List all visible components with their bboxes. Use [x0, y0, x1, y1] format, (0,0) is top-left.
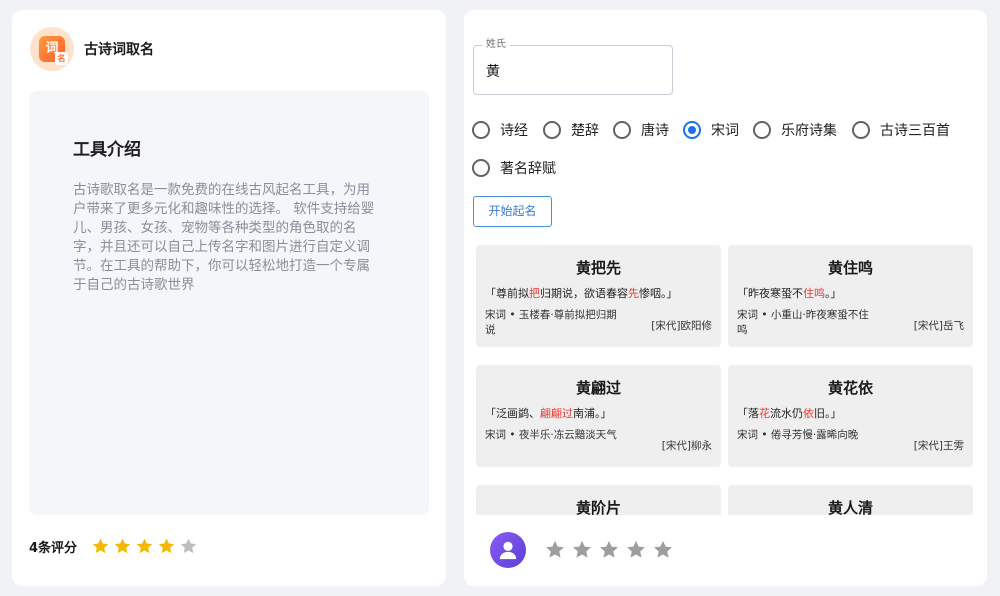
result-source: 宋词 • 夜半乐·冻云黯淡天气: [485, 429, 617, 441]
result-name: 黄把先: [575, 259, 621, 277]
radio-button[interactable]: [543, 121, 561, 139]
result-quote: 「昨夜寒蛩不住鸣。」: [737, 287, 842, 300]
star-icon: [158, 538, 175, 554]
result-author: [宋代]岳飞: [913, 320, 964, 332]
app-logo-icon: 词 名: [39, 36, 68, 65]
source-label: 宋词: [711, 123, 739, 139]
name-result-card[interactable]: 黄花依「落花流水仍依旧。」宋词 • 倦寻芳慢·露晞向晚 [宋代]王雱: [728, 365, 973, 467]
source-label: 乐府诗集: [781, 123, 837, 139]
radio-button[interactable]: [683, 121, 701, 139]
source-label: 古诗三百首: [880, 123, 950, 139]
rate-stars: [544, 539, 679, 561]
app-header: 词 名 古诗词取名: [30, 27, 154, 71]
radio-button[interactable]: [753, 121, 771, 139]
user-avatar[interactable]: [490, 532, 526, 568]
result-quote: 「泛画鹢、翩翩过南浦。」: [485, 407, 612, 420]
result-source: 宋词 • 倦寻芳慢·露晞向晚: [737, 429, 859, 441]
rate-star-icon[interactable]: [625, 539, 647, 561]
source-option[interactable]: 著名辞赋: [472, 158, 556, 178]
name-result-card[interactable]: 黄翩过「泛画鹢、翩翩过南浦。」 宋词 • 夜半乐·冻云黯淡天气 [宋代]柳永: [476, 365, 721, 467]
result-quote: 「落花流水仍依旧。」: [737, 407, 842, 420]
user-icon: [499, 541, 517, 560]
radio-button[interactable]: [613, 121, 631, 139]
star-icon: [136, 538, 153, 554]
star-icon: [114, 538, 131, 554]
surname-field[interactable]: 姓氏 黄: [473, 39, 673, 95]
source-option[interactable]: 楚辞: [543, 120, 599, 140]
rating-summary: 4条评分: [29, 537, 201, 556]
surname-label: 姓氏: [482, 39, 510, 51]
radio-button[interactable]: [472, 159, 490, 177]
radio-button[interactable]: [852, 121, 870, 139]
tool-info-panel: 词 名 古诗词取名 工具介绍 古诗歌取名是一款免费的在线古风起名工具，为用户带来…: [12, 10, 446, 586]
rate-star-icon[interactable]: [544, 539, 566, 561]
rate-star-icon[interactable]: [652, 539, 674, 561]
app-name: 古诗词取名: [84, 42, 154, 58]
star-icon: [180, 538, 197, 554]
source-option[interactable]: 诗经: [472, 120, 528, 140]
intro-title: 工具介绍: [73, 140, 141, 160]
app-logo-sub: 名: [55, 52, 68, 65]
intro-text: 古诗歌取名是一款免费的在线古风起名工具，为用户带来了更多元化和趣味性的选择。 软…: [73, 182, 375, 293]
source-label: 著名辞赋: [500, 161, 556, 177]
source-label: 楚辞: [571, 123, 599, 139]
name-result-card[interactable]: 黄把先「尊前拟把归期说，欲语春容先惨咽。」宋词 • 玉楼春·尊前拟把归期说 [宋代…: [476, 245, 721, 347]
source-option[interactable]: 宋词: [683, 120, 739, 140]
radio-button[interactable]: [472, 121, 490, 139]
result-name: 黄翩过: [575, 379, 621, 397]
name-result-card[interactable]: 黄住鸣「昨夜寒蛩不住鸣。」宋词 • 小重山·昨夜寒蛩不住鸣 [宋代]岳飞: [728, 245, 973, 347]
result-author: [宋代]王雱: [913, 440, 964, 452]
result-author: [宋代]欧阳修: [651, 320, 712, 332]
rate-star-icon[interactable]: [571, 539, 593, 561]
result-name: 黄住鸣: [827, 259, 873, 277]
source-option[interactable]: 唐诗: [613, 120, 669, 140]
result-source: 宋词 • 小重山·昨夜寒蛩不住鸣: [737, 309, 869, 336]
source-option[interactable]: 古诗三百首: [852, 120, 950, 140]
name-generator-panel: 姓氏 黄 诗经 楚辞 唐诗 宋词 乐府诗集 古诗三百首著名辞赋 开始起名 黄把先「尊前拟把…: [464, 10, 987, 586]
app-logo: 词 名: [30, 27, 74, 71]
source-label: 唐诗: [641, 123, 669, 139]
rating-count: 4条评分: [29, 541, 78, 556]
source-label: 诗经: [500, 123, 528, 139]
result-name: 黄花依: [827, 379, 873, 397]
rating-stars: [91, 537, 201, 556]
source-option[interactable]: 乐府诗集: [753, 120, 837, 140]
result-source: 宋词 • 玉楼春·尊前拟把归期说: [485, 309, 617, 336]
result-author: [宋代]柳永: [661, 440, 712, 452]
intro-box: 工具介绍 古诗歌取名是一款免费的在线古风起名工具，为用户带来了更多元化和趣味性的…: [29, 91, 429, 515]
star-icon: [92, 538, 109, 554]
result-quote: 「尊前拟把归期说，欲语春容先惨咽。」: [485, 287, 678, 300]
rating-footer: [464, 515, 987, 586]
start-naming-button[interactable]: 开始起名: [473, 196, 552, 227]
rate-star-icon[interactable]: [598, 539, 620, 561]
surname-input[interactable]: 黄: [486, 61, 500, 81]
